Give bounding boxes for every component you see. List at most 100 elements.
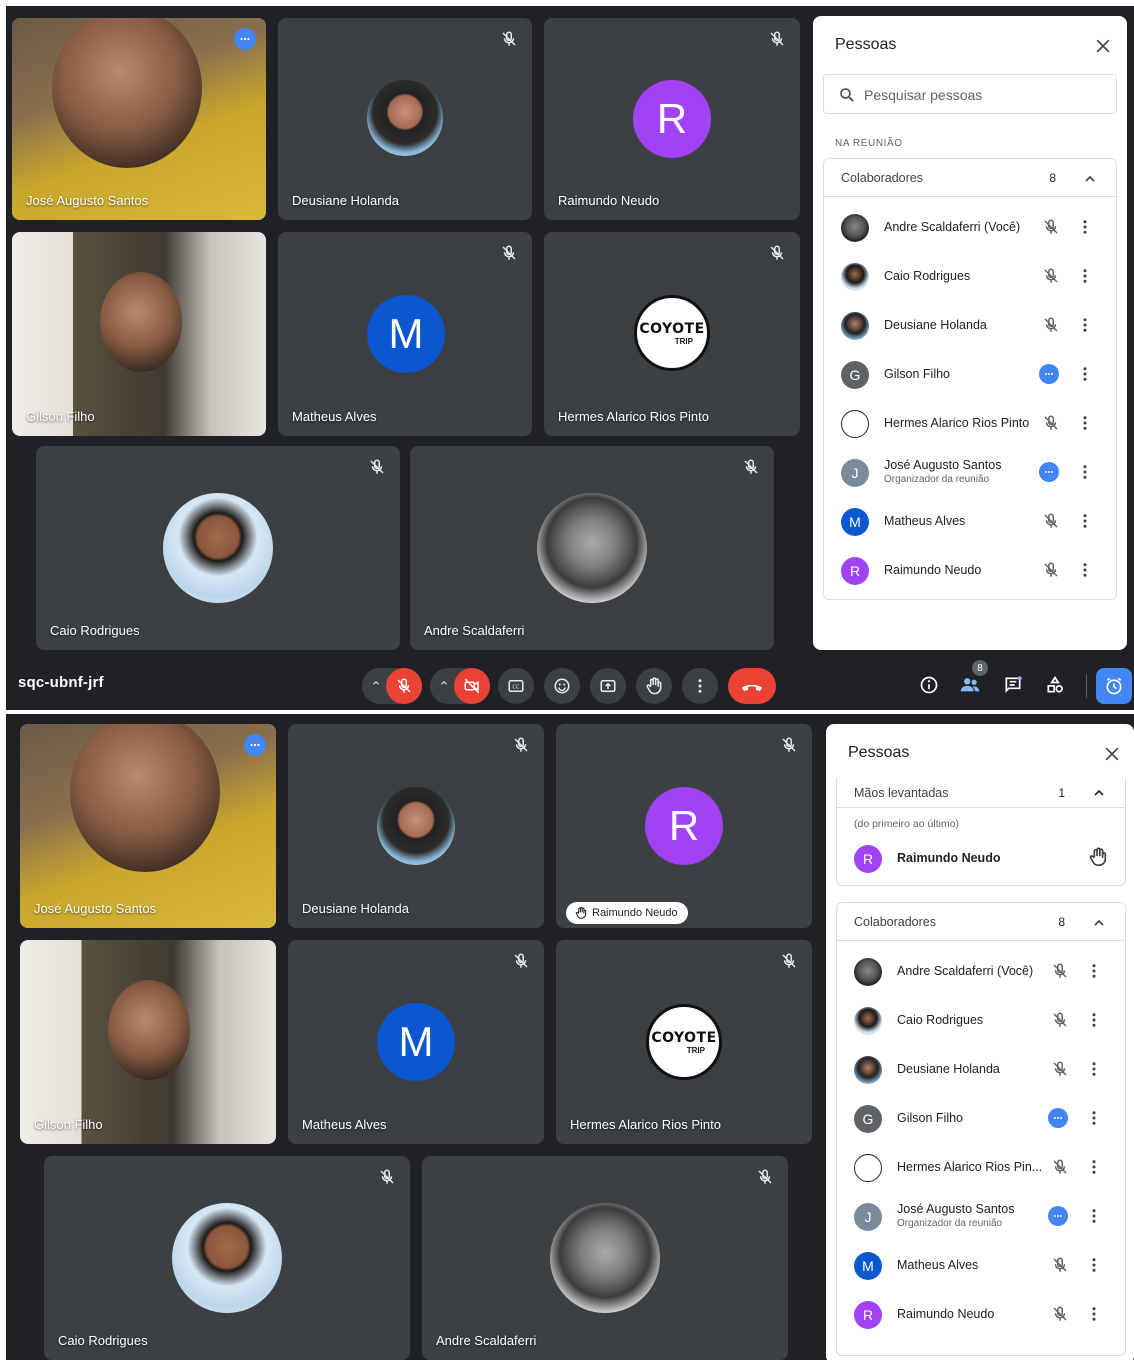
captions-icon: CC bbox=[508, 680, 524, 692]
tile-raimundo[interactable]: R Raimundo Neudo bbox=[544, 18, 800, 220]
more-icon[interactable] bbox=[234, 28, 256, 50]
coyote-logo: COYOTE TRIP bbox=[634, 295, 710, 371]
mic-off-icon bbox=[500, 30, 518, 48]
participant-row[interactable]: J José Augusto Santos Organizador da reuni… bbox=[837, 1192, 1125, 1241]
group-header[interactable]: Mãos levantadas 1 bbox=[837, 778, 1125, 808]
participant-name: Andre Scaldaferri (Você) bbox=[884, 220, 1021, 234]
participant-row[interactable]: J José Augusto Santos Organizador da reuni… bbox=[824, 448, 1116, 497]
tile-hermes[interactable]: COYOTE TRIP Hermes Alarico Rios Pinto bbox=[556, 940, 812, 1144]
participant-row[interactable]: COYOTE Hermes Alarico Rios Pinto bbox=[824, 399, 1116, 448]
hangup-icon bbox=[742, 685, 762, 691]
info-button[interactable] bbox=[916, 672, 942, 698]
group-header[interactable]: Colaboradores 8 bbox=[837, 903, 1125, 941]
tile-matheus[interactable]: M Matheus Alves bbox=[288, 940, 544, 1144]
more-icon bbox=[1048, 1108, 1068, 1128]
tile-caio[interactable]: Caio Rodrigues bbox=[36, 446, 400, 650]
captions-button[interactable]: CC bbox=[498, 668, 534, 704]
participant-row[interactable]: Deusiane Holanda bbox=[837, 1045, 1125, 1094]
kebab-icon[interactable] bbox=[1085, 1207, 1103, 1230]
tile-matheus[interactable]: M Matheus Alves bbox=[278, 232, 532, 436]
tile-caio[interactable]: Caio Rodrigues bbox=[44, 1156, 410, 1360]
participant-row[interactable]: Caio Rodrigues bbox=[824, 252, 1116, 301]
raised-hand-row[interactable]: R Raimundo Neudo bbox=[837, 834, 1125, 883]
tile-deusiane[interactable]: Deusiane Holanda bbox=[278, 18, 532, 220]
kebab-icon[interactable] bbox=[1076, 414, 1094, 437]
kebab-icon[interactable] bbox=[1085, 1011, 1103, 1034]
more-options-button[interactable] bbox=[682, 668, 718, 704]
kebab-icon[interactable] bbox=[1076, 218, 1094, 241]
participant-row[interactable]: G Gilson Filho bbox=[824, 350, 1116, 399]
more-icon bbox=[1039, 462, 1059, 482]
tile-deusiane[interactable]: Deusiane Holanda bbox=[288, 724, 544, 928]
chevron-up-icon[interactable] bbox=[439, 678, 449, 688]
mic-toggle-button[interactable] bbox=[386, 668, 422, 704]
mic-off-icon bbox=[756, 1168, 774, 1186]
participant-row[interactable]: G Gilson Filho bbox=[837, 1094, 1125, 1143]
close-icon[interactable] bbox=[1102, 744, 1122, 764]
kebab-icon[interactable] bbox=[1085, 1158, 1103, 1181]
tile-raimundo[interactable]: R Raimundo Neudo bbox=[556, 724, 812, 928]
more-icon bbox=[1048, 1206, 1068, 1226]
host-controls-button[interactable] bbox=[1096, 668, 1132, 704]
kebab-icon[interactable] bbox=[1085, 962, 1103, 985]
participant-row[interactable]: Andre Scaldaferri (Você) bbox=[824, 203, 1116, 252]
mic-off-icon bbox=[1051, 1256, 1069, 1279]
hand-icon bbox=[574, 906, 588, 920]
kebab-icon[interactable] bbox=[1085, 1305, 1103, 1328]
kebab-icon[interactable] bbox=[1085, 1256, 1103, 1279]
kebab-icon[interactable] bbox=[1085, 1060, 1103, 1083]
raise-hand-button[interactable] bbox=[636, 668, 672, 704]
kebab-icon[interactable] bbox=[1076, 512, 1094, 535]
present-button[interactable] bbox=[590, 668, 626, 704]
participant-row[interactable]: R Raimundo Neudo bbox=[824, 546, 1116, 595]
participant-name: Deusiane Holanda bbox=[884, 318, 987, 332]
mic-off-icon bbox=[1051, 1011, 1069, 1034]
tile-hermes[interactable]: COYOTE TRIP Hermes Alarico Rios Pinto bbox=[544, 232, 800, 436]
kebab-icon[interactable] bbox=[1076, 561, 1094, 584]
mic-off-icon bbox=[512, 952, 530, 970]
participant-name: Gilson Filho bbox=[884, 367, 950, 381]
participant-role: Organizador da reunião bbox=[884, 474, 990, 485]
participant-row[interactable]: Caio Rodrigues bbox=[837, 996, 1125, 1045]
kebab-icon[interactable] bbox=[1076, 267, 1094, 290]
avatar-letter: M bbox=[377, 1003, 455, 1081]
search-input[interactable]: Pesquisar pessoas bbox=[823, 74, 1117, 114]
hangup-button[interactable] bbox=[728, 668, 776, 704]
activities-button[interactable] bbox=[1042, 672, 1068, 698]
participant-row[interactable]: COYOTE Hermes Alarico Rios Pin... bbox=[837, 1143, 1125, 1192]
kebab-icon[interactable] bbox=[1076, 316, 1094, 339]
meeting-code: sqc-ubnf-jrf bbox=[18, 674, 104, 691]
tile-andre[interactable]: Andre Scaldaferri bbox=[422, 1156, 788, 1360]
chevron-up-icon[interactable] bbox=[1091, 785, 1107, 801]
camera-toggle-button[interactable] bbox=[454, 668, 490, 704]
kebab-icon[interactable] bbox=[1076, 365, 1094, 388]
participant-name: Andre Scaldaferri (Você) bbox=[897, 964, 1034, 978]
tile-jose[interactable]: José Augusto Santos bbox=[12, 18, 266, 220]
participant-row[interactable]: R Raimundo Neudo bbox=[837, 1290, 1125, 1339]
close-icon[interactable] bbox=[1093, 36, 1113, 56]
chat-button[interactable] bbox=[1000, 672, 1026, 698]
tile-andre[interactable]: Andre Scaldaferri bbox=[410, 446, 774, 650]
participant-row[interactable]: Andre Scaldaferri (Você) bbox=[837, 947, 1125, 996]
chevron-up-icon[interactable] bbox=[1091, 915, 1107, 931]
participant-row[interactable]: M Matheus Alves bbox=[837, 1241, 1125, 1290]
group-header[interactable]: Colaboradores 8 bbox=[824, 159, 1116, 197]
panel-title: Pessoas bbox=[835, 36, 897, 53]
tile-name: Deusiane Holanda bbox=[292, 193, 399, 208]
tile-jose[interactable]: José Augusto Santos bbox=[20, 724, 276, 928]
avatar-letter: R bbox=[645, 787, 723, 865]
chevron-up-icon[interactable] bbox=[371, 678, 381, 688]
tile-gilson[interactable]: Gilson Filho bbox=[12, 232, 266, 436]
avatar: M bbox=[854, 1252, 882, 1280]
chevron-up-icon[interactable] bbox=[1082, 171, 1098, 187]
kebab-icon[interactable] bbox=[1076, 463, 1094, 486]
avatar-photo bbox=[537, 493, 647, 603]
kebab-icon[interactable] bbox=[1085, 1109, 1103, 1132]
participant-row[interactable]: M Matheus Alves bbox=[824, 497, 1116, 546]
more-icon[interactable] bbox=[244, 734, 266, 756]
emoji-button[interactable] bbox=[544, 668, 580, 704]
participant-row[interactable]: Deusiane Holanda bbox=[824, 301, 1116, 350]
participant-name: José Augusto Santos bbox=[884, 458, 1002, 472]
tile-gilson[interactable]: Gilson Filho bbox=[20, 940, 276, 1144]
avatar bbox=[854, 1056, 882, 1084]
